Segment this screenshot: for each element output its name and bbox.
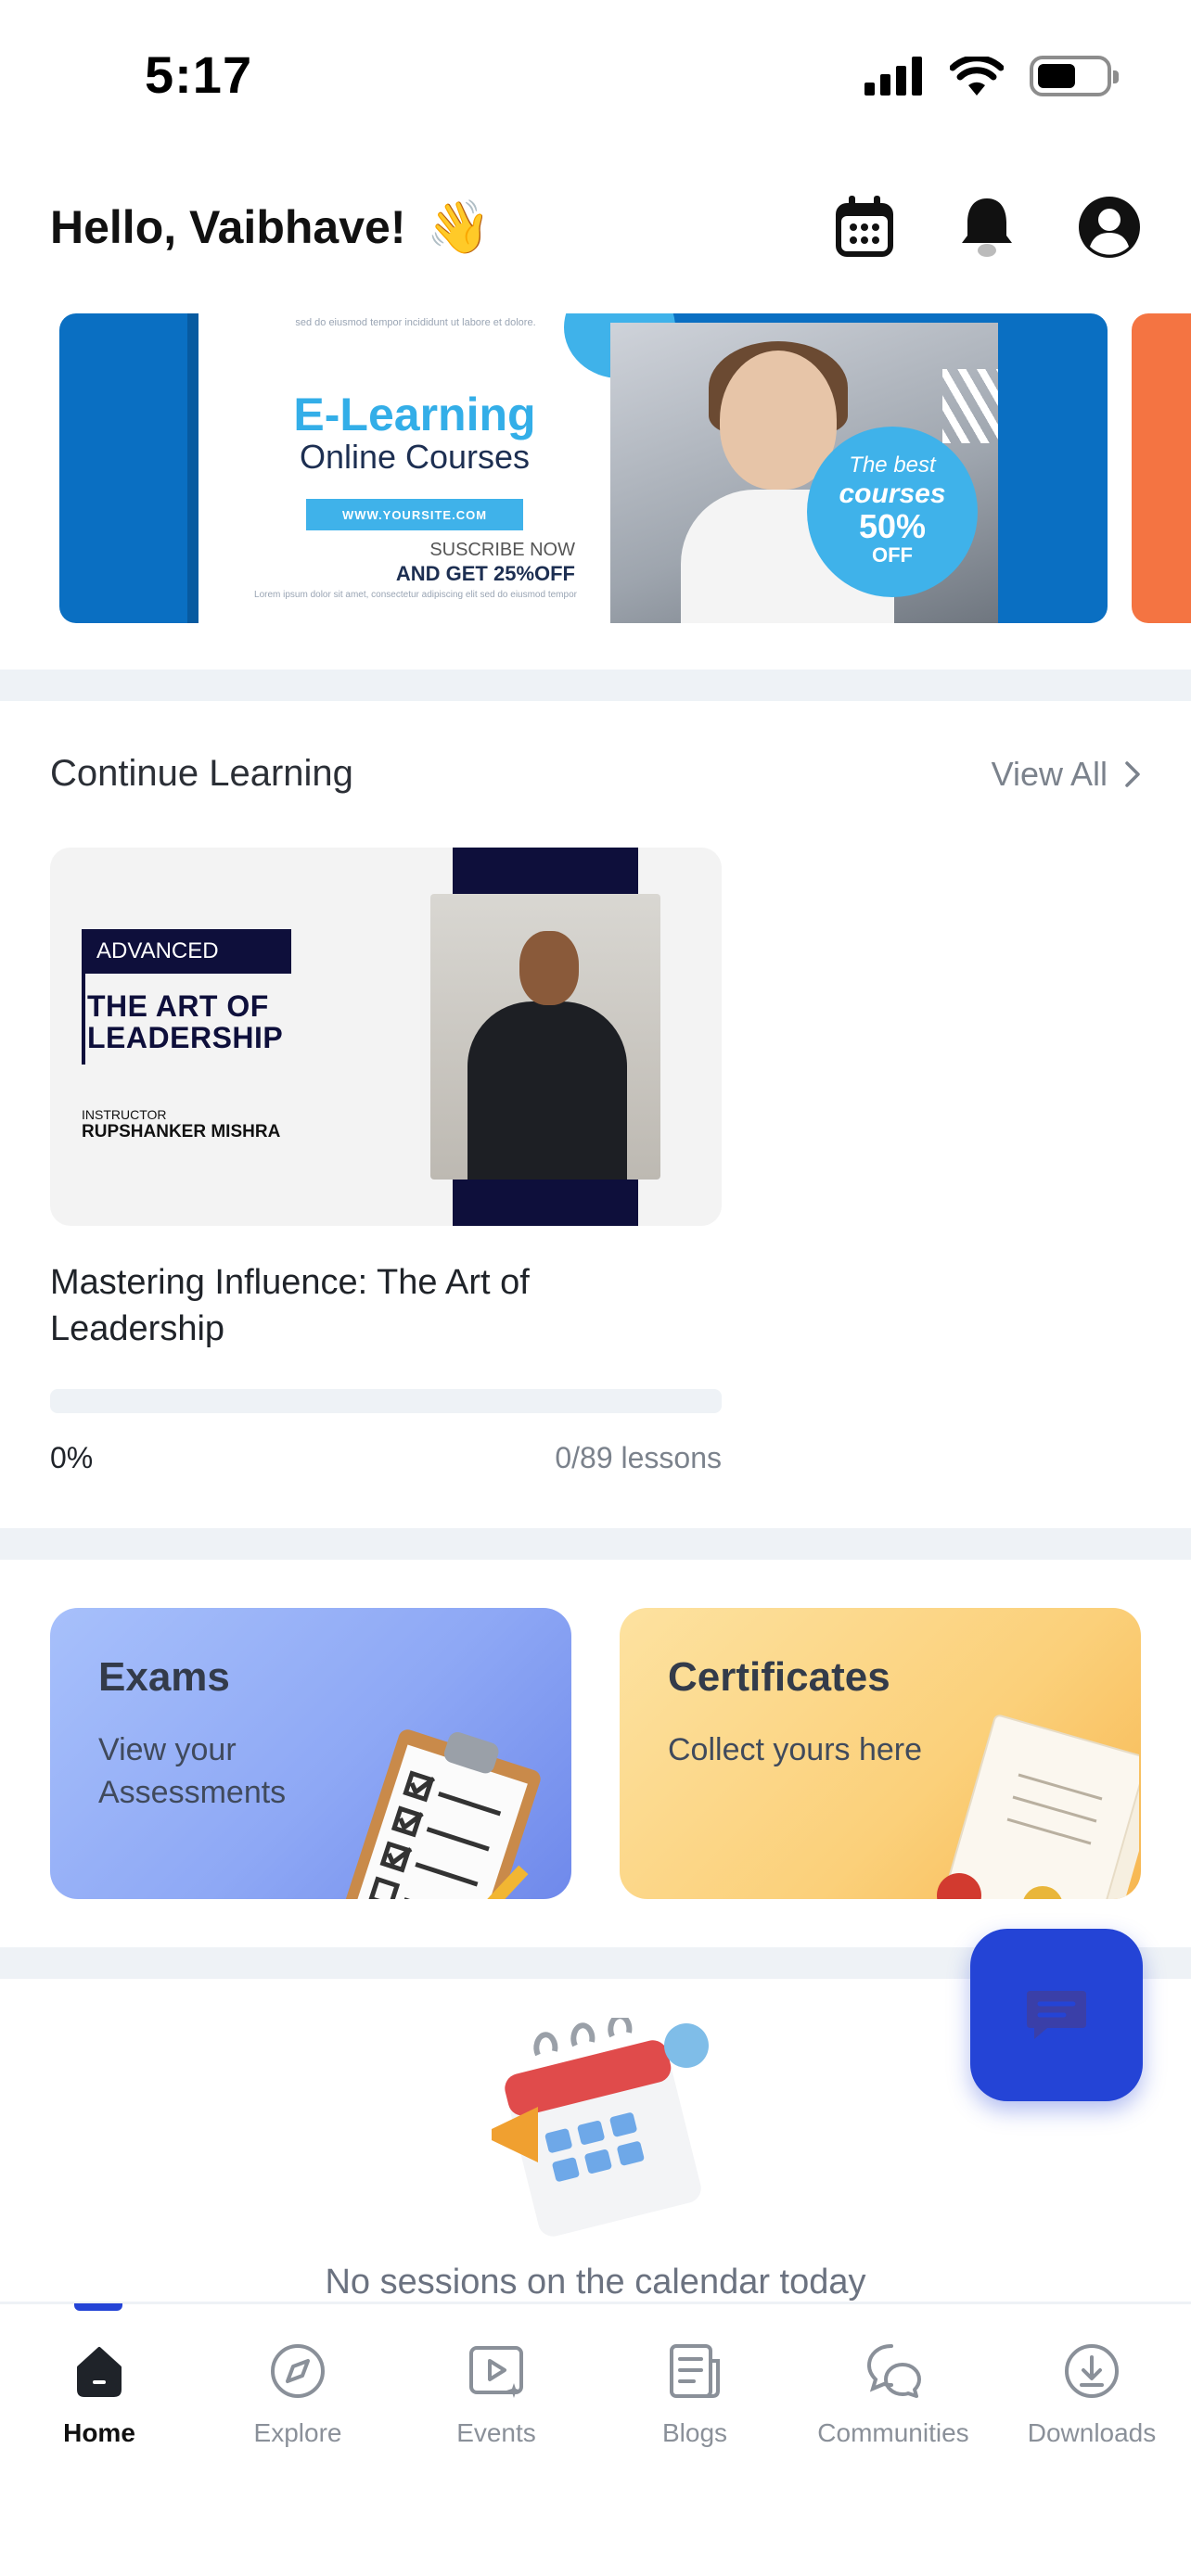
nav-blogs[interactable]: Blogs [596, 2303, 794, 2470]
course-progress-percent: 0% [50, 1441, 94, 1474]
promo-carousel[interactable]: sed do eiusmod tempor incididunt ut labo… [59, 313, 1191, 623]
exams-subtitle: View your Assessments [98, 1732, 287, 1810]
header: Hello, Vaibhave! 👋 [50, 185, 1141, 269]
nav-downloads-label: Downloads [1027, 2418, 1157, 2447]
section-divider [0, 1528, 1191, 1560]
calendar-button[interactable] [833, 196, 896, 259]
certificates-title: Certificates [668, 1654, 890, 1700]
user-avatar-icon [1079, 197, 1140, 258]
banner-fine-print-top: sed do eiusmod tempor incididunt ut labo… [295, 317, 536, 328]
course-progress-bar [50, 1389, 722, 1413]
nav-events[interactable]: Events [397, 2303, 596, 2470]
video-icon [469, 2346, 523, 2398]
course-name[interactable]: Mastering Influence: The Art of Leadersh… [50, 1259, 699, 1352]
document-icon [670, 2344, 720, 2398]
exams-card[interactable]: Exams View your Assessments [50, 1608, 571, 1899]
waving-hand-icon: 👋 [426, 198, 492, 256]
status-bar: 5:17 [0, 0, 1191, 158]
calendar-megaphone-illustration [492, 2018, 709, 2237]
banner-cta-line2: AND GET 25%OFF [395, 562, 575, 585]
view-all-label: View All [991, 755, 1108, 793]
course-level-tag: ADVANCED [82, 929, 291, 974]
nav-explore-label: Explore [253, 2418, 342, 2447]
certificate-icon [937, 1715, 1139, 1899]
section-divider [0, 670, 1191, 701]
greeting: Hello, Vaibhave! 👋 [50, 197, 491, 258]
no-sessions-message: No sessions on the calendar today [325, 2263, 866, 2302]
bell-icon [962, 198, 1012, 257]
chat-fab-button[interactable] [970, 1929, 1143, 2101]
notifications-button[interactable] [955, 196, 1018, 259]
download-icon [1065, 2344, 1119, 2398]
banner-text-panel: sed do eiusmod tempor incididunt ut labo… [187, 313, 636, 623]
instructor-label: INSTRUCTOR [82, 1107, 167, 1122]
promo-banner-next[interactable] [1132, 313, 1191, 623]
battery-icon [1030, 56, 1119, 96]
banner-cta-line1: SUSCRIBE NOW [429, 540, 575, 560]
promo-badge: The best courses 50% OFF [807, 427, 978, 597]
status-time: 5:17 [145, 45, 253, 104]
instructor-photo [430, 894, 660, 1180]
calendar-icon [836, 196, 893, 257]
status-icons [864, 56, 1119, 96]
promo-banner[interactable]: sed do eiusmod tempor incididunt ut labo… [59, 313, 1108, 623]
clipboard-checklist-icon [340, 1729, 541, 1899]
home-icon [77, 2347, 122, 2397]
home-indicator [401, 2531, 790, 2544]
profile-button[interactable] [1078, 196, 1141, 259]
banner-fine-print-bottom: Lorem ipsum dolor sit amet, consectetur … [254, 590, 577, 600]
nav-events-label: Events [456, 2418, 536, 2447]
nav-downloads[interactable]: Downloads [992, 2303, 1191, 2470]
course-thumbnail[interactable]: ADVANCED THE ART OF LEADERSHIP INSTRUCTO… [50, 848, 722, 1226]
continue-learning-title: Continue Learning [50, 753, 353, 794]
nav-communities[interactable]: Communities [794, 2303, 992, 2470]
exams-title: Exams [98, 1654, 230, 1700]
course-lessons-count: 0/89 lessons [555, 1441, 722, 1474]
instructor-name: RUPSHANKER MISHRA [82, 1122, 281, 1141]
wifi-icon [950, 57, 1004, 96]
nav-explore[interactable]: Explore [198, 2303, 397, 2470]
header-actions [833, 196, 1141, 259]
chevron-right-icon [1125, 761, 1140, 787]
chat-bubbles-icon [866, 2344, 921, 2398]
greeting-text: Hello, Vaibhave! [50, 201, 406, 253]
banner-subtitle: Online Courses [299, 438, 531, 476]
bottom-nav: Home Explore Events Blogs Communities Do… [0, 2303, 1191, 2470]
certificates-subtitle: Collect yours here [668, 1732, 923, 1767]
course-art-title: THE ART OF LEADERSHIP [87, 989, 284, 1054]
compass-icon [271, 2344, 325, 2398]
banner-title: E-Learning [293, 389, 536, 440]
nav-home-label: Home [63, 2418, 135, 2447]
chat-icon [1027, 1991, 1086, 2039]
cellular-signal-icon [864, 57, 922, 96]
banner-url: WWW.YOURSITE.COM [306, 499, 523, 530]
nav-communities-label: Communities [817, 2418, 969, 2447]
nav-home[interactable]: Home [0, 2303, 198, 2470]
nav-blogs-label: Blogs [661, 2418, 728, 2447]
certificates-card[interactable]: Certificates Collect yours here [620, 1608, 1141, 1899]
view-all-link[interactable]: View All [992, 755, 1141, 794]
